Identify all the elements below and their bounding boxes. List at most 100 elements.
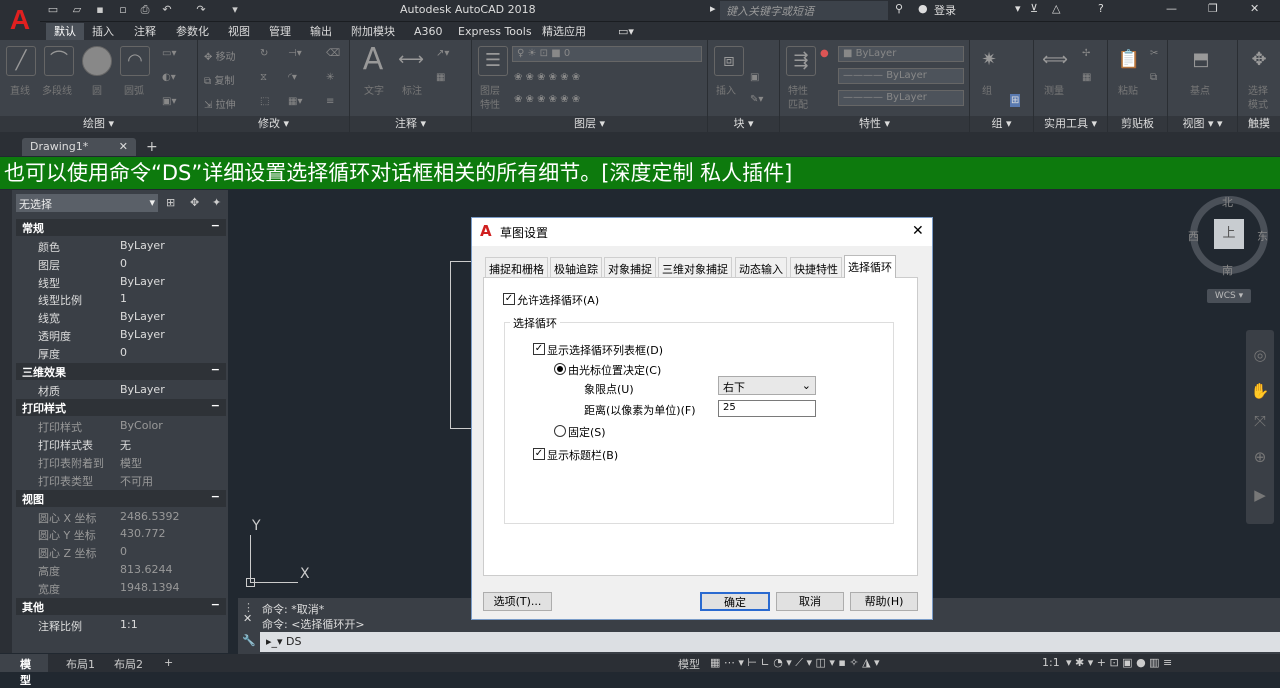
saveas-icon[interactable]: ▫ (116, 3, 130, 17)
rotate-icon[interactable]: ↻ (260, 48, 268, 59)
viewcube-east[interactable]: 东 (1257, 228, 1268, 244)
section-header[interactable]: 视图 − (16, 489, 226, 507)
model-space-button[interactable]: 模型 (678, 656, 700, 672)
viewcube-north[interactable]: 北 (1222, 194, 1233, 210)
viewcube-south[interactable]: 南 (1222, 262, 1233, 278)
polyline-icon[interactable]: ⌒ (44, 46, 74, 76)
section-header[interactable]: 常规 − (16, 219, 226, 236)
calculator-icon[interactable]: ▦ (1082, 72, 1091, 83)
annotation-scale[interactable]: 1:1 (1042, 656, 1060, 669)
toggle-pickadd-icon[interactable]: ⊞ (166, 196, 175, 209)
dimension-icon[interactable]: ⟷ (396, 46, 426, 76)
point-icon[interactable]: ✢ (1082, 48, 1090, 59)
arc-icon[interactable]: ◠ (120, 46, 150, 76)
steering-wheel-icon[interactable]: ◎ (1250, 346, 1270, 366)
edit-block-icon[interactable]: ✎▾ (750, 94, 763, 105)
layout-tab-layout1[interactable]: 布局1 (66, 656, 95, 672)
collapse-icon[interactable]: − (211, 490, 220, 503)
clipboard-panel-title[interactable]: 剪贴板 (1108, 116, 1167, 132)
color-wheel-icon[interactable]: ● (820, 48, 829, 59)
close-tab-icon[interactable]: ✕ (119, 140, 128, 153)
text-icon[interactable]: A (358, 45, 388, 76)
array-icon[interactable]: ▦▾ (288, 96, 302, 107)
fillet-icon[interactable]: ◜▾ (288, 72, 297, 83)
application-menu-logo[interactable]: A (0, 0, 40, 40)
layer-combo[interactable]: ♀ ☀ ⊡ ■ 0 (512, 46, 702, 62)
workspace-dropdown-icon[interactable]: ▾ (228, 3, 242, 17)
distance-input[interactable]: 25 (718, 400, 816, 417)
quadrant-select[interactable]: 右下 ⌄ (718, 376, 816, 395)
tab-polar-tracking[interactable]: 极轴追踪 (550, 257, 602, 277)
cart-icon[interactable]: ⊻ (1030, 2, 1038, 15)
quick-select-icon[interactable]: ✦ (212, 196, 221, 209)
property-row[interactable]: 打印样式 ByColor (16, 417, 226, 435)
open-icon[interactable]: ▱ (70, 3, 84, 17)
tab-parametric[interactable]: 参数化 (168, 23, 217, 40)
insert-block-icon[interactable]: ⧈ (714, 46, 744, 76)
new-icon[interactable]: ▭ (46, 3, 60, 17)
circle-icon[interactable] (82, 46, 112, 76)
minimize-icon[interactable]: — (1166, 2, 1177, 15)
document-tab-drawing1[interactable]: Drawing1* ✕ (22, 138, 136, 156)
tab-addins[interactable]: 附加模块 (343, 23, 403, 40)
help-icon[interactable]: ? (1098, 2, 1104, 15)
command-close-icon[interactable]: ✕ (243, 612, 252, 625)
property-row[interactable]: 线型比例 1 (16, 290, 226, 308)
search-input[interactable]: 键入关键字或短语 (720, 1, 888, 20)
view-panel-title[interactable]: 视图 ▾ ▾ (1168, 116, 1237, 132)
layout-tab-layout2[interactable]: 布局2 (114, 656, 143, 672)
measure-icon[interactable]: ⟺ (1040, 46, 1070, 76)
command-customize-icon[interactable]: 🔧 (242, 634, 256, 647)
rectangle-icon[interactable]: ▭▾ (162, 48, 176, 59)
tab-insert[interactable]: 插入 (84, 23, 122, 40)
collapse-icon[interactable]: − (211, 363, 220, 376)
wcs-menu[interactable]: WCS ▾ (1207, 289, 1251, 303)
collapse-icon[interactable]: − (211, 219, 220, 232)
layer-tools-row2-icon[interactable]: ❀ ❀ ❀ ❀ ❀ ❀ (514, 94, 580, 105)
property-row[interactable]: 材质 ByLayer (16, 381, 226, 399)
modify-panel-title[interactable]: 修改 ▾ (198, 116, 349, 132)
annotation-panel-title[interactable]: 注释 ▾ (350, 116, 471, 132)
property-row[interactable]: 打印样式表 无 (16, 435, 226, 453)
tab-object-snap[interactable]: 对象捕捉 (604, 257, 656, 277)
layout-tab-model[interactable]: 模型 (0, 654, 48, 687)
tab-annotate[interactable]: 注释 (126, 23, 164, 40)
signin-link[interactable]: 登录 (934, 2, 956, 18)
binoculars-icon[interactable]: ⚲ (895, 2, 903, 15)
plot-icon[interactable]: ⎙ (138, 3, 152, 17)
offset-icon[interactable]: ≡ (326, 96, 334, 107)
save-icon[interactable]: ▪ (93, 3, 107, 17)
tab-default[interactable]: 默认 (46, 23, 84, 40)
select-mode-icon[interactable]: ✥ (1244, 46, 1274, 76)
command-input[interactable]: ▸_▾ DS (260, 632, 1280, 652)
block-panel-title[interactable]: 块 ▾ (708, 116, 779, 132)
zoom-icon[interactable]: ⤧ (1250, 412, 1270, 432)
tab-view[interactable]: 视图 (220, 23, 258, 40)
section-header[interactable]: 三维效果 − (16, 362, 226, 380)
explode-icon[interactable]: ✳ (326, 72, 334, 83)
base-icon[interactable]: ⬒ (1186, 46, 1216, 76)
options-button[interactable]: 选项(T)... (483, 592, 552, 611)
tab-featured-apps[interactable]: 精选应用 (534, 23, 594, 40)
orbit-icon[interactable]: ⊕ (1250, 448, 1270, 468)
tab-3d-object-snap[interactable]: 三维对象捕捉 (658, 257, 732, 277)
property-row[interactable]: 图层 0 (16, 255, 226, 273)
new-tab-button[interactable]: + (146, 139, 158, 155)
tab-snap-grid[interactable]: 捕捉和栅格 (485, 257, 548, 277)
property-row[interactable]: 圆心 Y 坐标 430.772 (16, 525, 226, 543)
search-expand-icon[interactable]: ▸ (710, 2, 716, 15)
create-block-icon[interactable]: ▣ (750, 72, 759, 83)
move-icon[interactable]: ✥ 移动 (204, 48, 236, 63)
viewcube-face[interactable]: 上 (1214, 219, 1244, 249)
help-button[interactable]: 帮助(H) (850, 592, 918, 611)
ribbon-minimize-icon[interactable]: ▭▾ (610, 23, 642, 40)
property-row[interactable]: 透明度 ByLayer (16, 326, 226, 344)
lineweight-combo[interactable]: ———— ByLayer (838, 68, 964, 84)
leader-icon[interactable]: ↗▾ (436, 48, 449, 59)
trim-icon[interactable]: ⊣▾ (288, 48, 302, 59)
restore-icon[interactable]: ❐ (1208, 2, 1218, 15)
touch-panel-title[interactable]: 触摸 (1238, 116, 1280, 132)
utilities-panel-title[interactable]: 实用工具 ▾ (1034, 116, 1107, 132)
property-row[interactable]: 圆心 X 坐标 2486.5392 (16, 508, 226, 526)
hatch-icon[interactable]: ◐▾ (162, 72, 176, 83)
